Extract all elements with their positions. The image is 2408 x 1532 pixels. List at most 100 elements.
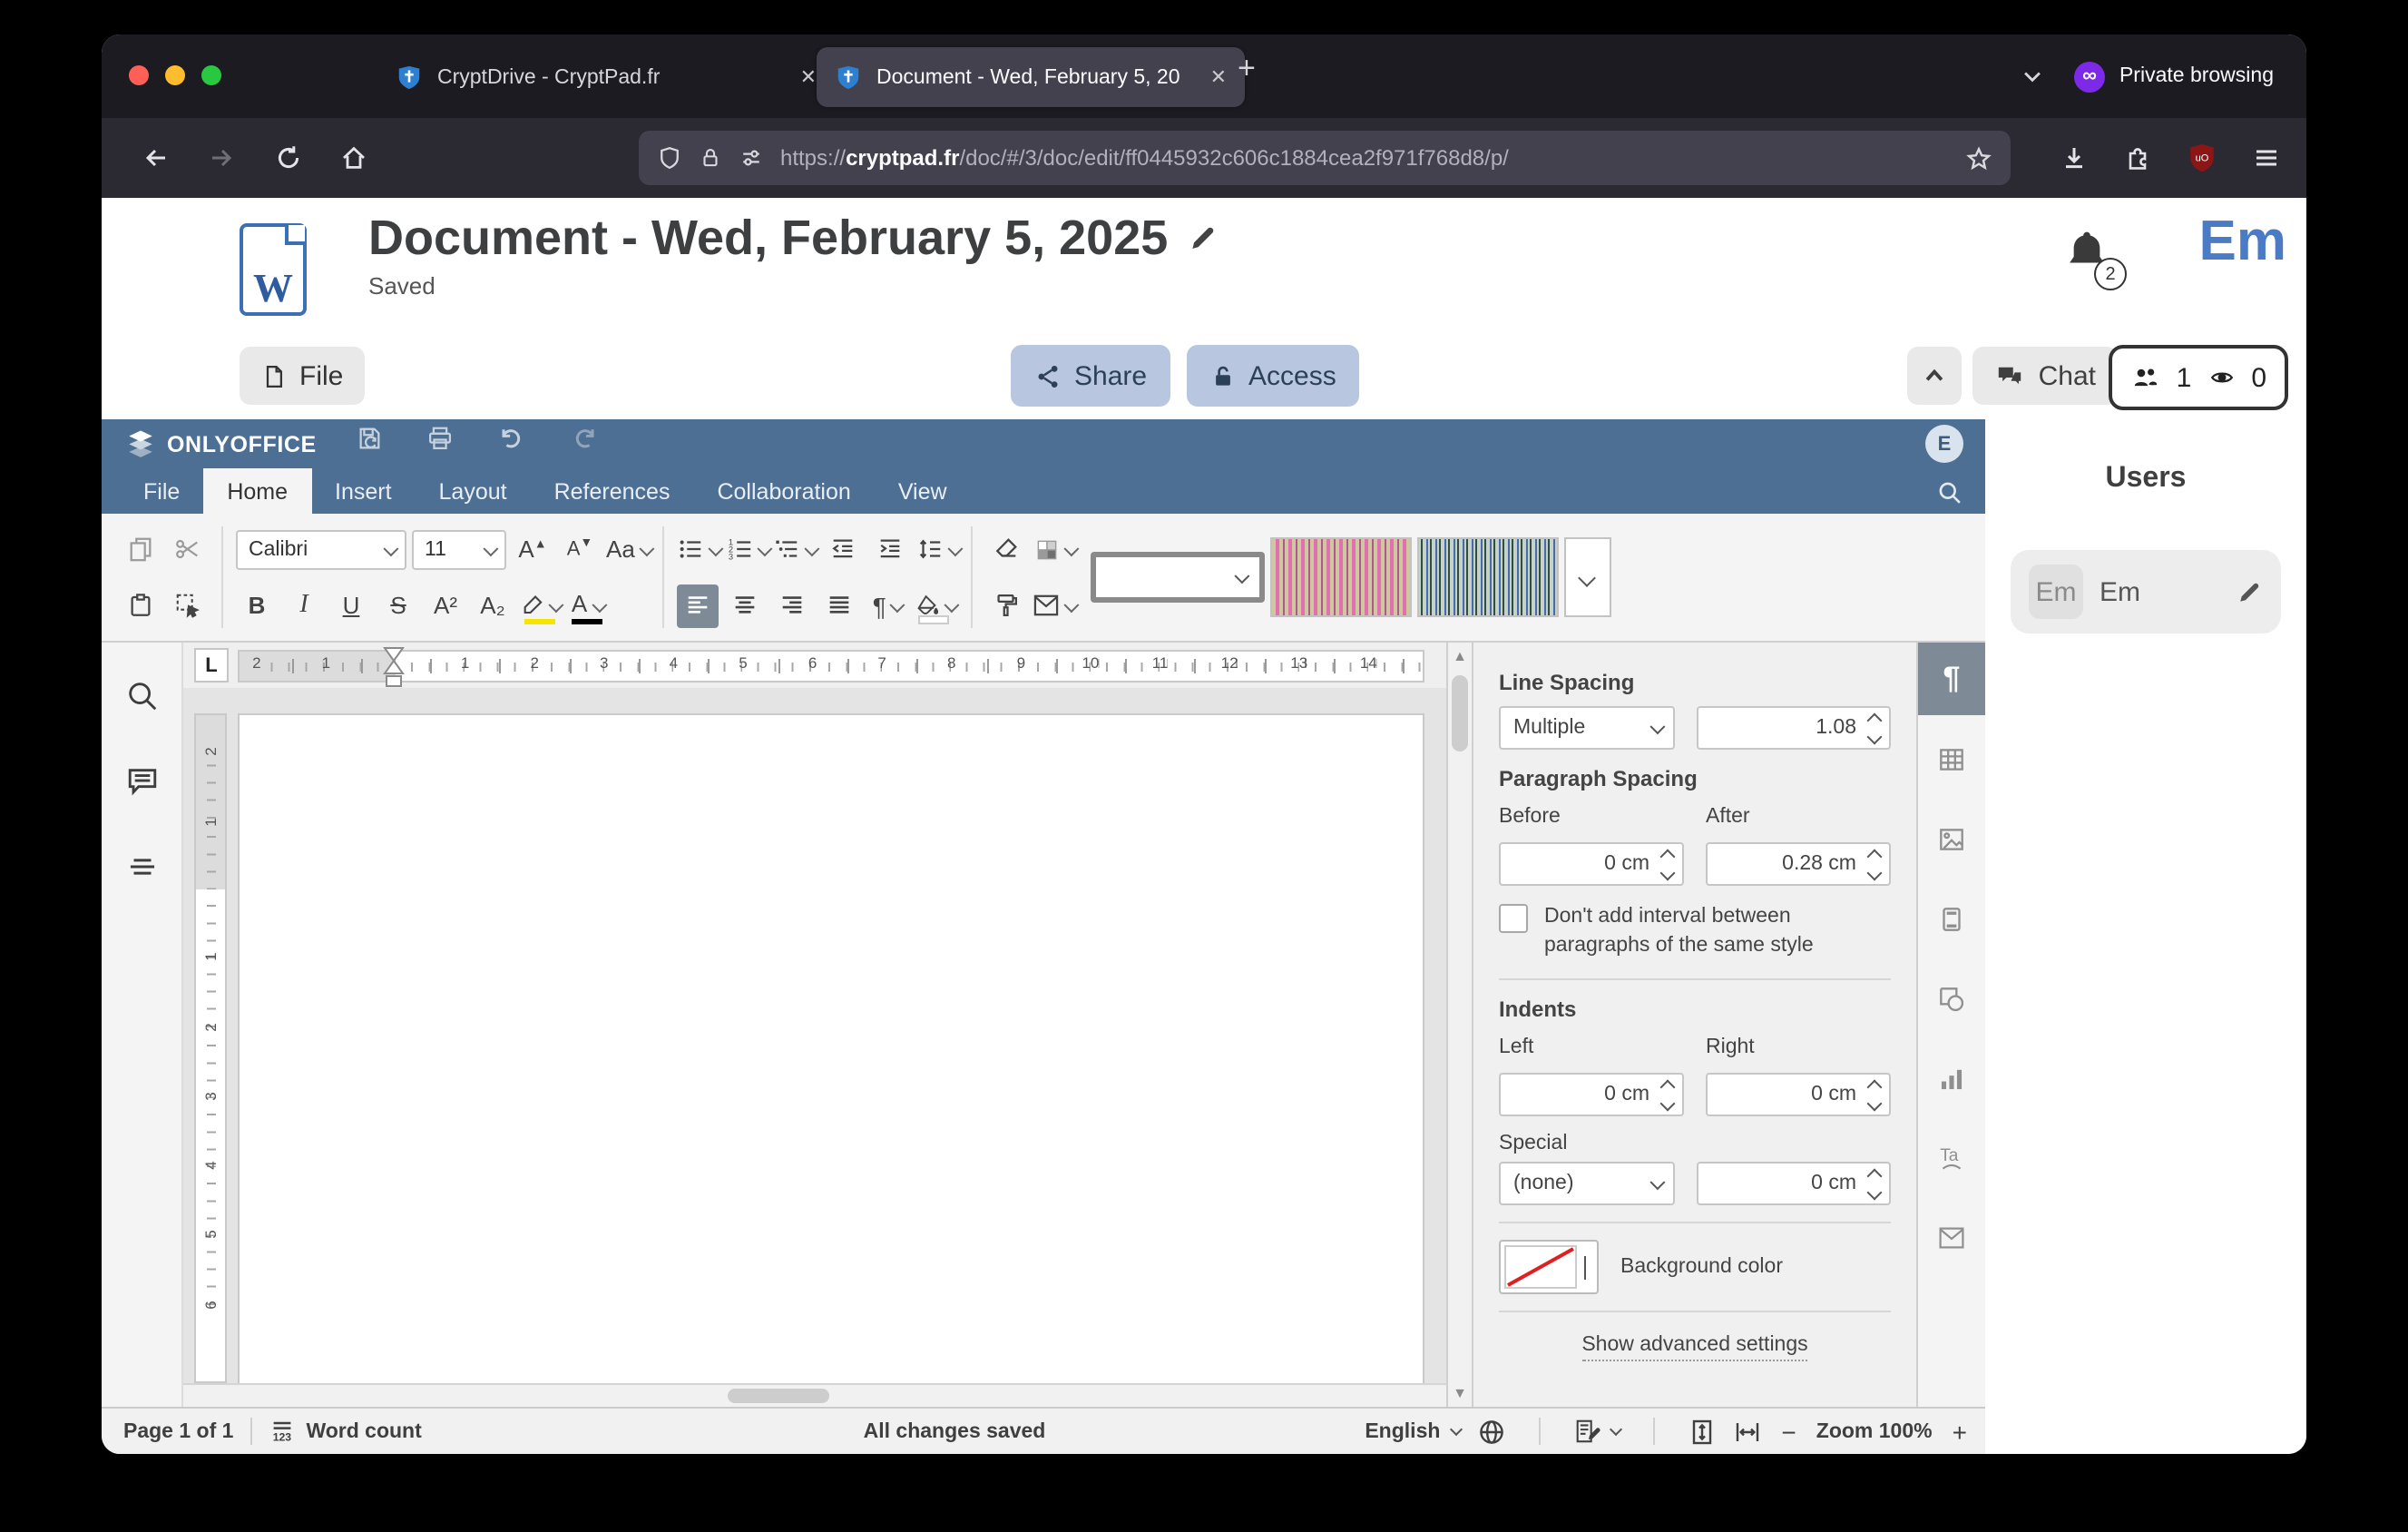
horizontal-scrollbar[interactable] (183, 1383, 1446, 1407)
nonprinting-chars-button[interactable]: ¶ (866, 584, 908, 627)
align-left-button[interactable] (678, 584, 719, 627)
save-icon[interactable] (356, 425, 383, 452)
comments-icon[interactable] (124, 764, 159, 799)
zoom-level[interactable]: Zoom 100% (1816, 1420, 1933, 1442)
line-spacing-select[interactable]: Multiple (1499, 706, 1675, 750)
account-initials[interactable]: Em (2199, 209, 2287, 274)
horizontal-scroll-thumb[interactable] (728, 1389, 829, 1403)
page-info[interactable]: Page 1 of 1 (116, 1420, 233, 1442)
word-count-button[interactable]: 123 Word count (268, 1418, 421, 1445)
interval-checkbox-label[interactable]: Don't add interval between paragraphs of… (1544, 902, 1891, 960)
edit-name-pencil-icon[interactable] (2236, 578, 2263, 605)
text-art-settings-tab[interactable]: Ta (1918, 1122, 1985, 1194)
line-spacing-button[interactable] (916, 527, 959, 571)
language-select[interactable]: English (1365, 1420, 1460, 1442)
paragraph-shading-button[interactable] (914, 584, 955, 627)
special-spinner[interactable]: 0 cm (1697, 1162, 1891, 1205)
permissions-sliders-icon[interactable] (739, 145, 764, 171)
track-changes-button[interactable] (1572, 1418, 1620, 1445)
tab-cryptdrive[interactable]: CryptDrive - CryptPad.fr ✕ (377, 47, 835, 107)
subscript-button[interactable]: A₂ (472, 584, 514, 627)
fit-width-icon[interactable] (1732, 1417, 1761, 1446)
copy-style-button[interactable] (986, 584, 1028, 627)
tab-close-icon[interactable]: ✕ (800, 65, 817, 89)
share-button[interactable]: Share (1011, 345, 1170, 407)
background-color-picker[interactable] (1499, 1240, 1599, 1294)
clear-style-button[interactable] (986, 527, 1028, 571)
paragraph-settings-tab[interactable]: ¶ (1918, 643, 1985, 715)
tabs-list-chevron-icon[interactable] (2020, 64, 2045, 89)
print-icon[interactable] (426, 425, 454, 452)
bullet-list-button[interactable] (678, 527, 720, 571)
notifications-bell[interactable]: 2 (2061, 225, 2116, 287)
horizontal-ruler[interactable]: 21 123456789101112131415 (238, 650, 1424, 683)
lock-icon[interactable] (699, 145, 722, 171)
styles-gallery-expand-button[interactable] (1564, 537, 1611, 617)
align-right-button[interactable] (772, 584, 814, 627)
scroll-down-arrow[interactable]: ▼ (1448, 1385, 1472, 1401)
url-bar[interactable]: https://cryptpad.fr/doc/#/3/doc/edit/ff0… (639, 131, 2011, 185)
justify-button[interactable] (819, 584, 861, 627)
interval-checkbox[interactable] (1499, 904, 1528, 933)
menu-view[interactable]: View (875, 468, 971, 514)
spacing-before-spinner[interactable]: 0 cm (1499, 842, 1684, 886)
font-color-button[interactable]: A (566, 584, 608, 627)
fit-page-icon[interactable] (1687, 1417, 1716, 1446)
special-select[interactable]: (none) (1499, 1162, 1675, 1205)
participants-indicator[interactable]: 1 0 (2109, 345, 2288, 410)
superscript-button[interactable]: A² (425, 584, 466, 627)
back-icon[interactable] (142, 143, 171, 172)
vertical-scrollbar[interactable]: ▲ ▼ (1446, 643, 1472, 1407)
select-all-button[interactable] (167, 584, 209, 627)
new-tab-button[interactable]: + (1238, 51, 1256, 87)
multilevel-list-button[interactable] (774, 527, 817, 571)
shape-settings-tab[interactable] (1918, 962, 1985, 1035)
paste-button[interactable] (120, 584, 162, 627)
access-button[interactable]: Access (1187, 345, 1360, 407)
user-card[interactable]: Em Em (2011, 550, 2281, 633)
document-title[interactable]: Document - Wed, February 5, 2025 (368, 211, 1168, 267)
table-settings-tab[interactable] (1918, 722, 1985, 795)
tab-document-active[interactable]: Document - Wed, February 5, 20 ✕ (817, 47, 1245, 107)
font-size-select[interactable]: 11 (412, 529, 506, 569)
show-advanced-settings-link[interactable]: Show advanced settings (1581, 1334, 1807, 1361)
home-icon[interactable] (339, 143, 368, 172)
indent-left-spinner[interactable]: 0 cm (1499, 1073, 1684, 1116)
menu-home[interactable]: Home (203, 468, 311, 514)
vertical-scroll-thumb[interactable] (1452, 675, 1468, 751)
bookmark-star-icon[interactable] (1965, 144, 1992, 172)
underline-button[interactable]: U (330, 584, 372, 627)
menu-collaboration[interactable]: Collaboration (693, 468, 874, 514)
search-icon[interactable] (124, 679, 159, 713)
chart-settings-tab[interactable] (1918, 1042, 1985, 1115)
menu-insert[interactable]: Insert (311, 468, 416, 514)
italic-button[interactable]: I (283, 584, 325, 627)
maximize-window-button[interactable] (201, 65, 221, 85)
style-preview-normal[interactable] (1091, 552, 1265, 603)
spellcheck-globe-icon[interactable] (1476, 1417, 1505, 1446)
rename-pencil-icon[interactable] (1186, 223, 1217, 254)
chat-button[interactable]: Chat (1973, 347, 2118, 405)
cell-shading-button[interactable] (1033, 527, 1075, 571)
navigation-headings-icon[interactable] (124, 849, 159, 884)
indent-marker[interactable] (383, 646, 405, 688)
redo-icon[interactable] (570, 425, 599, 452)
align-center-button[interactable] (725, 584, 767, 627)
minimize-window-button[interactable] (165, 65, 185, 85)
increase-font-button[interactable]: A▲ (512, 527, 553, 571)
menu-references[interactable]: References (531, 468, 694, 514)
bold-button[interactable]: B (236, 584, 278, 627)
forward-icon[interactable] (207, 143, 236, 172)
extensions-puzzle-icon[interactable] (2123, 143, 2152, 172)
style-preview-no-spacing[interactable] (1270, 537, 1412, 617)
menu-hamburger-icon[interactable] (2252, 143, 2281, 172)
tracking-shield-icon[interactable] (657, 145, 682, 171)
style-preview-heading[interactable] (1417, 537, 1559, 617)
zoom-out-button[interactable]: − (1777, 1417, 1799, 1446)
indent-right-spinner[interactable]: 0 cm (1706, 1073, 1891, 1116)
font-name-select[interactable]: Calibri (236, 529, 406, 569)
vertical-ruler[interactable]: 21 123456 (194, 713, 227, 1383)
increase-indent-button[interactable] (869, 527, 911, 571)
editor-user-avatar[interactable]: E (1925, 425, 1963, 463)
collapse-toolbar-button[interactable] (1907, 347, 1962, 405)
